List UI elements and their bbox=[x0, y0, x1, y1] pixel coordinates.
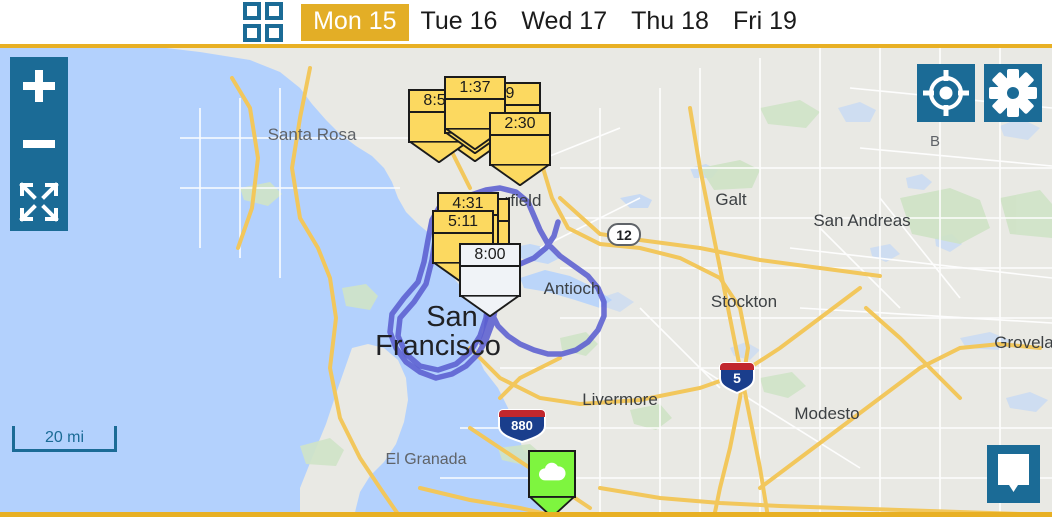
locate-me-button[interactable] bbox=[917, 64, 975, 122]
highway-shield-12: 12 bbox=[607, 223, 641, 246]
svg-text:El Granada: El Granada bbox=[386, 451, 467, 468]
map-viewport[interactable]: Santa Rosa rfield Antioch Galt San Andre… bbox=[0, 48, 1052, 517]
map-pin-bubble-icon bbox=[998, 454, 1029, 492]
zoom-out-button[interactable] bbox=[10, 115, 68, 173]
svg-text:rfield: rfield bbox=[505, 191, 542, 210]
svg-text:Livermore: Livermore bbox=[582, 390, 658, 409]
grid-square bbox=[243, 2, 262, 20]
svg-text:Francisco: Francisco bbox=[375, 330, 501, 362]
grid-square bbox=[243, 24, 262, 42]
crosshair-target-icon bbox=[923, 70, 969, 116]
svg-text:Galt: Galt bbox=[715, 190, 746, 209]
marker-tail bbox=[491, 164, 549, 186]
tab-day-1[interactable]: Tue 16 bbox=[409, 4, 510, 41]
svg-text:n Jose: n Jose bbox=[573, 509, 623, 517]
fullscreen-button[interactable] bbox=[10, 173, 68, 231]
grid-icon[interactable] bbox=[243, 2, 284, 42]
svg-text:5: 5 bbox=[733, 370, 741, 386]
grid-square bbox=[265, 2, 284, 20]
svg-text:Newman: Newman bbox=[786, 513, 853, 517]
day-selector-header: Mon 15 Tue 16 Wed 17 Thu 18 Fri 19 bbox=[0, 0, 1052, 48]
marker-body bbox=[489, 136, 551, 186]
svg-text:Antioch: Antioch bbox=[544, 279, 601, 298]
marker-time-label: 1:37 bbox=[444, 76, 506, 100]
grid-square bbox=[265, 24, 284, 42]
marker-time-label: 8:00 bbox=[459, 243, 521, 267]
marker-time-label: 2:30 bbox=[489, 112, 551, 136]
svg-text:Stockton: Stockton bbox=[711, 292, 777, 311]
marker-body bbox=[459, 267, 521, 317]
tab-day-2[interactable]: Wed 17 bbox=[509, 4, 619, 41]
gear-icon bbox=[989, 69, 1037, 117]
minus-icon bbox=[23, 140, 55, 148]
marker-time-label: 5:11 bbox=[432, 210, 494, 234]
tab-day-0[interactable]: Mon 15 bbox=[301, 3, 409, 41]
svg-text:B: B bbox=[930, 133, 940, 150]
expand-arrows-icon bbox=[19, 182, 59, 222]
scale-bar: 20 mi bbox=[12, 426, 117, 452]
tab-day-3[interactable]: Thu 18 bbox=[619, 4, 721, 41]
cloud-icon bbox=[539, 462, 566, 481]
map-marker-800[interactable]: 8:00 bbox=[459, 243, 521, 317]
map-marker-230[interactable]: 2:30 bbox=[489, 112, 551, 186]
plus-icon bbox=[23, 70, 55, 102]
svg-text:Modesto: Modesto bbox=[794, 404, 859, 423]
map-marker-cloud[interactable] bbox=[528, 450, 576, 512]
svg-text:12: 12 bbox=[616, 227, 632, 243]
marker-body bbox=[528, 450, 576, 512]
svg-text:880: 880 bbox=[511, 418, 533, 433]
map-pin-bubble-button[interactable] bbox=[987, 445, 1040, 503]
svg-text:San Andreas: San Andreas bbox=[813, 211, 910, 230]
marker-tail bbox=[461, 295, 519, 317]
svg-text:Grovela: Grovela bbox=[994, 333, 1052, 352]
svg-text:Santa Rosa: Santa Rosa bbox=[268, 125, 357, 144]
settings-button[interactable] bbox=[984, 64, 1042, 122]
zoom-in-button[interactable] bbox=[10, 57, 68, 115]
scale-label: 20 mi bbox=[44, 428, 85, 446]
marker-tail bbox=[530, 496, 574, 512]
tab-day-4[interactable]: Fri 19 bbox=[721, 4, 809, 41]
